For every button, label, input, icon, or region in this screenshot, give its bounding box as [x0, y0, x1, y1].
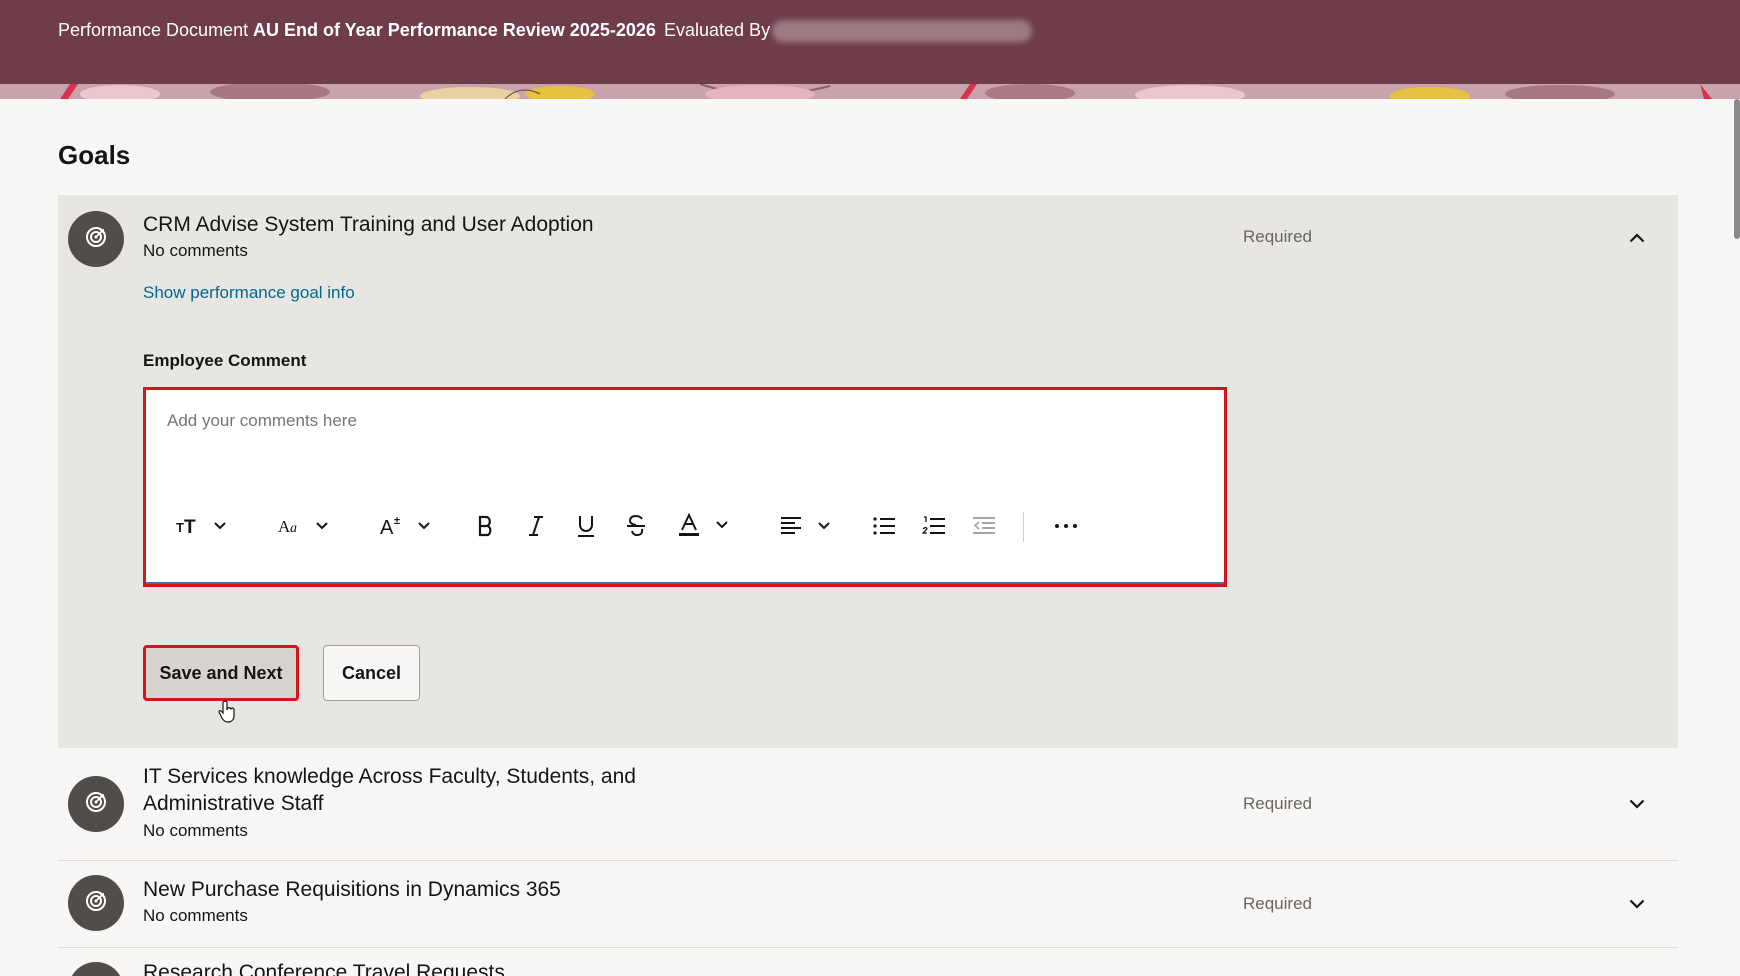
- font-size-icon[interactable]: A ±: [378, 510, 438, 542]
- font-color-icon[interactable]: [676, 510, 736, 542]
- goal-comments: No comments: [143, 821, 248, 840]
- goal-avatar: [68, 211, 124, 267]
- comment-editor: TT Aa A±: [143, 387, 1227, 587]
- employee-comment-label: Employee Comment: [143, 351, 307, 370]
- goal-title: IT Services knowledge Across Faculty, St…: [143, 765, 636, 815]
- chevron-down-icon[interactable]: [1626, 893, 1648, 915]
- italic-icon[interactable]: [520, 510, 552, 542]
- page-scrollbar[interactable]: [1734, 99, 1740, 239]
- svg-text:T: T: [176, 520, 184, 535]
- goal-item[interactable]: Research Conference Travel Requests: [58, 948, 1678, 976]
- save-and-next-button[interactable]: Save and Next: [143, 645, 299, 701]
- svg-text:±: ±: [394, 515, 400, 527]
- svg-text:a: a: [290, 521, 297, 536]
- evaluated-by-label: Evaluated By: [664, 20, 771, 40]
- goal-avatar: [68, 962, 124, 976]
- text-align-icon[interactable]: [778, 510, 838, 542]
- goal-avatar: [68, 776, 124, 832]
- outdent-icon[interactable]: [968, 510, 1000, 542]
- strikethrough-icon[interactable]: [620, 510, 652, 542]
- document-title: AU End of Year Performance Review 2025-2…: [253, 20, 656, 40]
- svg-text:A: A: [380, 517, 394, 538]
- evaluator-name-redacted: [772, 20, 1032, 42]
- performance-document-label: Performance Document: [58, 20, 249, 40]
- goal-title: Research Conference Travel Requests: [143, 961, 505, 976]
- chevron-up-icon[interactable]: [1626, 227, 1648, 249]
- goal-required-status: Required: [1243, 894, 1312, 913]
- bullet-list-icon[interactable]: [868, 510, 900, 542]
- section-title: Goals: [58, 140, 131, 170]
- text-size-icon[interactable]: TT: [174, 510, 234, 542]
- svg-text:T: T: [184, 517, 196, 538]
- mouse-pointer-icon: [218, 700, 236, 729]
- goal-item[interactable]: IT Services knowledge Across Faculty, St…: [58, 748, 1678, 861]
- goal-target-icon: [85, 226, 107, 253]
- toolbar-divider: [1023, 512, 1024, 542]
- editor-focus-underline: [146, 582, 1224, 584]
- bold-icon[interactable]: [470, 510, 502, 542]
- goal-avatar: [68, 875, 124, 931]
- goal-required-status: Required: [1243, 794, 1312, 813]
- goal-title: CRM Advise System Training and User Adop…: [143, 213, 594, 236]
- numbered-list-icon[interactable]: [918, 510, 950, 542]
- font-family-icon[interactable]: Aa: [276, 510, 336, 542]
- goal-item-expanded: CRM Advise System Training and User Adop…: [58, 195, 1678, 748]
- underline-icon[interactable]: [570, 510, 602, 542]
- page-header: Performance Document AU End of Year Perf…: [0, 0, 1740, 84]
- goal-comments: No comments: [143, 241, 248, 260]
- show-goal-info-link[interactable]: Show performance goal info: [143, 283, 355, 303]
- goal-item[interactable]: New Purchase Requisitions in Dynamics 36…: [58, 861, 1678, 948]
- goal-required-status: Required: [1243, 227, 1312, 246]
- comment-input[interactable]: [149, 393, 1221, 483]
- goal-target-icon: [85, 791, 107, 818]
- more-options-icon[interactable]: [1050, 510, 1082, 542]
- cancel-button[interactable]: Cancel: [323, 645, 420, 701]
- goal-target-icon: [85, 890, 107, 917]
- chevron-down-icon[interactable]: [1626, 793, 1648, 815]
- goal-title: New Purchase Requisitions in Dynamics 36…: [143, 878, 561, 901]
- decorative-banner: [0, 84, 1740, 99]
- goal-comments: No comments: [143, 906, 248, 925]
